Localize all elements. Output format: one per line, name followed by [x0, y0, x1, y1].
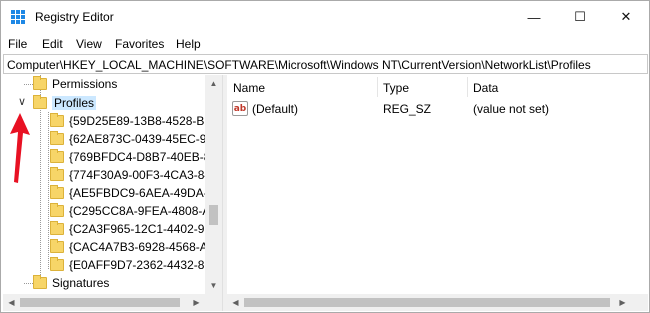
folder-icon: [50, 239, 64, 253]
value-data: (value not set): [473, 102, 550, 116]
folder-icon: [50, 149, 64, 163]
size-grip[interactable]: [631, 294, 648, 311]
menu-help[interactable]: Help: [176, 37, 201, 51]
minimize-icon: —: [527, 9, 541, 25]
key-tree: Permissions ∨ Profiles {59D25E89-13B8-45…: [3, 75, 222, 311]
menu-view[interactable]: View: [76, 37, 102, 51]
tree-item-label: {CAC4A7B3-6928-4568-A: [69, 240, 208, 254]
tree-item-profile-guid[interactable]: {E0AFF9D7-2362-4432-8F: [50, 256, 212, 274]
tree-item-label: {62AE873C-0439-45EC-9C: [69, 132, 216, 146]
tree-item-profiles[interactable]: Profiles: [33, 94, 97, 112]
folder-icon: [50, 203, 64, 217]
tree-item-signatures[interactable]: Signatures: [33, 274, 109, 292]
folder-icon: [50, 221, 64, 235]
tree-item-profile-guid[interactable]: {769BFDC4-D8B7-40EB-80: [50, 148, 217, 166]
scroll-thumb[interactable]: [20, 298, 180, 307]
folder-icon: [50, 257, 64, 271]
scroll-left-icon[interactable]: ◀: [3, 294, 20, 311]
tree-item-label: {774F30A9-00F3-4CA3-84: [69, 168, 212, 182]
registry-editor-window: Registry Editor — ☐ ✕ File Edit View Fav…: [0, 0, 650, 313]
scroll-thumb[interactable]: [209, 205, 218, 225]
window-title: Registry Editor: [35, 10, 114, 24]
tree-item-permissions[interactable]: Permissions: [33, 75, 117, 93]
column-divider[interactable]: [377, 77, 378, 97]
close-icon: ✕: [620, 9, 632, 24]
tree-item-profile-guid[interactable]: {59D25E89-13B8-4528-B72: [50, 112, 218, 130]
column-header-data[interactable]: Data: [473, 81, 498, 95]
folder-icon: [50, 185, 64, 199]
minimize-button[interactable]: —: [511, 1, 557, 33]
title-bar: Registry Editor — ☐ ✕: [1, 1, 649, 33]
values-list: Name Type Data ab (Default) REG_SZ (valu…: [227, 75, 648, 311]
column-header-name[interactable]: Name: [233, 81, 265, 95]
tree-vertical-scrollbar[interactable]: ▲ ▼: [205, 75, 222, 294]
tree-item-profile-guid[interactable]: {AE5FBDC9-6AEA-49DA-E: [50, 184, 216, 202]
registry-editor-app-icon: [11, 10, 25, 24]
column-divider[interactable]: [467, 77, 468, 97]
tree-item-label: Profiles: [52, 96, 97, 110]
tree-item-label: {59D25E89-13B8-4528-B72: [69, 114, 218, 128]
value-type: REG_SZ: [383, 102, 432, 116]
menu-file[interactable]: File: [8, 37, 27, 51]
maximize-button[interactable]: ☐: [557, 1, 603, 33]
tree-item-label: {769BFDC4-D8B7-40EB-80: [69, 150, 218, 164]
tree-item-profile-guid[interactable]: {C2A3F965-12C1-4402-91: [50, 220, 211, 238]
folder-icon: [33, 95, 47, 109]
menu-edit[interactable]: Edit: [42, 37, 63, 51]
folder-icon: [33, 76, 47, 90]
scroll-thumb[interactable]: [244, 298, 610, 307]
tree-connector-line: [24, 84, 33, 85]
tree-item-profile-guid[interactable]: {C295CC8A-9FEA-4808-A: [50, 202, 210, 220]
tree-item-label: {E0AFF9D7-2362-4432-8F: [69, 258, 212, 272]
list-horizontal-scrollbar[interactable]: ◀ ▶: [227, 294, 631, 311]
menu-favorites[interactable]: Favorites: [115, 37, 164, 51]
tree-item-label: Signatures: [52, 276, 110, 290]
tree-item-profile-guid[interactable]: {774F30A9-00F3-4CA3-84: [50, 166, 211, 184]
scroll-right-icon[interactable]: ▶: [188, 294, 205, 311]
value-name: (Default): [252, 102, 299, 116]
tree-connector-line: [24, 283, 33, 284]
tree-item-label: {AE5FBDC9-6AEA-49DA-E: [69, 186, 216, 200]
scroll-right-icon[interactable]: ▶: [614, 294, 631, 311]
folder-icon: [50, 131, 64, 145]
scroll-down-icon[interactable]: ▼: [205, 277, 222, 294]
folder-icon: [33, 275, 47, 289]
tree-connector-line: [48, 112, 49, 269]
column-header-type[interactable]: Type: [383, 81, 409, 95]
menu-bar: File Edit View Favorites Help: [1, 33, 649, 54]
value-row[interactable]: ab (Default) REG_SZ (value not set): [227, 99, 648, 119]
maximize-icon: ☐: [574, 9, 586, 24]
string-value-icon: ab: [232, 101, 248, 116]
folder-icon: [50, 167, 64, 181]
list-header: Name Type Data: [227, 75, 648, 99]
tree-item-profile-guid[interactable]: {62AE873C-0439-45EC-9C: [50, 130, 215, 148]
address-bar[interactable]: Computer\HKEY_LOCAL_MACHINE\SOFTWARE\Mic…: [3, 54, 648, 74]
red-arrow-annotation: [10, 113, 30, 183]
tree-item-label: Permissions: [52, 77, 118, 91]
tree-item-label: {C295CC8A-9FEA-4808-A: [69, 204, 211, 218]
address-path: Computer\HKEY_LOCAL_MACHINE\SOFTWARE\Mic…: [7, 58, 591, 72]
tree-item-profile-guid[interactable]: {CAC4A7B3-6928-4568-A: [50, 238, 208, 256]
close-button[interactable]: ✕: [603, 1, 649, 33]
scroll-up-icon[interactable]: ▲: [205, 75, 222, 92]
folder-icon: [50, 113, 64, 127]
tree-horizontal-scrollbar[interactable]: ◀ ▶: [3, 294, 222, 311]
scroll-left-icon[interactable]: ◀: [227, 294, 244, 311]
tree-item-label: {C2A3F965-12C1-4402-91: [69, 222, 212, 236]
chevron-down-icon[interactable]: ∨: [18, 95, 26, 108]
